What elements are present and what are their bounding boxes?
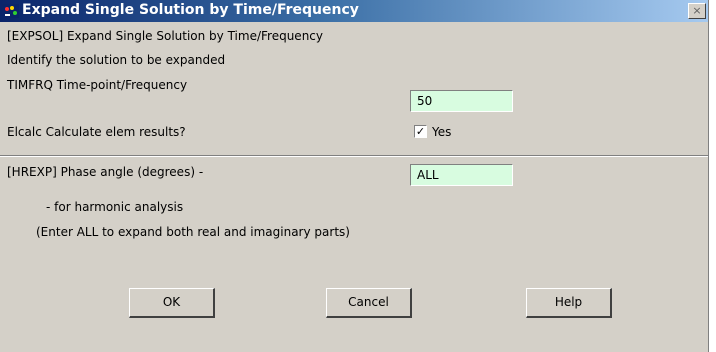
close-icon: ×	[692, 4, 702, 17]
hrexp-label: [HREXP] Phase angle (degrees) -	[7, 165, 204, 179]
dialog-window: Expand Single Solution by Time/Frequency…	[0, 0, 709, 352]
section-separator	[0, 155, 708, 157]
timfrq-input[interactable]: 50	[410, 90, 513, 112]
cancel-button[interactable]: Cancel	[326, 288, 412, 318]
expsol-header: [EXPSOL] Expand Single Solution by Time/…	[7, 29, 323, 43]
elcalc-label: Elcalc Calculate elem results?	[7, 125, 186, 139]
ok-button[interactable]: OK	[129, 288, 215, 318]
check-icon: ✓	[415, 125, 426, 138]
app-icon	[3, 4, 19, 18]
harmonic-note: - for harmonic analysis	[46, 200, 184, 214]
timfrq-label: TIMFRQ Time-point/Frequency	[7, 78, 188, 92]
help-button[interactable]: Help	[526, 288, 612, 318]
elcalc-checkbox[interactable]: ✓	[414, 125, 427, 138]
identify-solution-label: Identify the solution to be expanded	[7, 53, 226, 67]
window-title: Expand Single Solution by Time/Frequency	[22, 2, 359, 18]
enter-all-note: (Enter ALL to expand both real and imagi…	[36, 225, 350, 239]
hrexp-input[interactable]: ALL	[410, 164, 513, 186]
title-bar[interactable]: Expand Single Solution by Time/Frequency	[0, 0, 708, 22]
elcalc-yes-label[interactable]: Yes	[432, 125, 451, 139]
close-button[interactable]: ×	[688, 3, 706, 19]
